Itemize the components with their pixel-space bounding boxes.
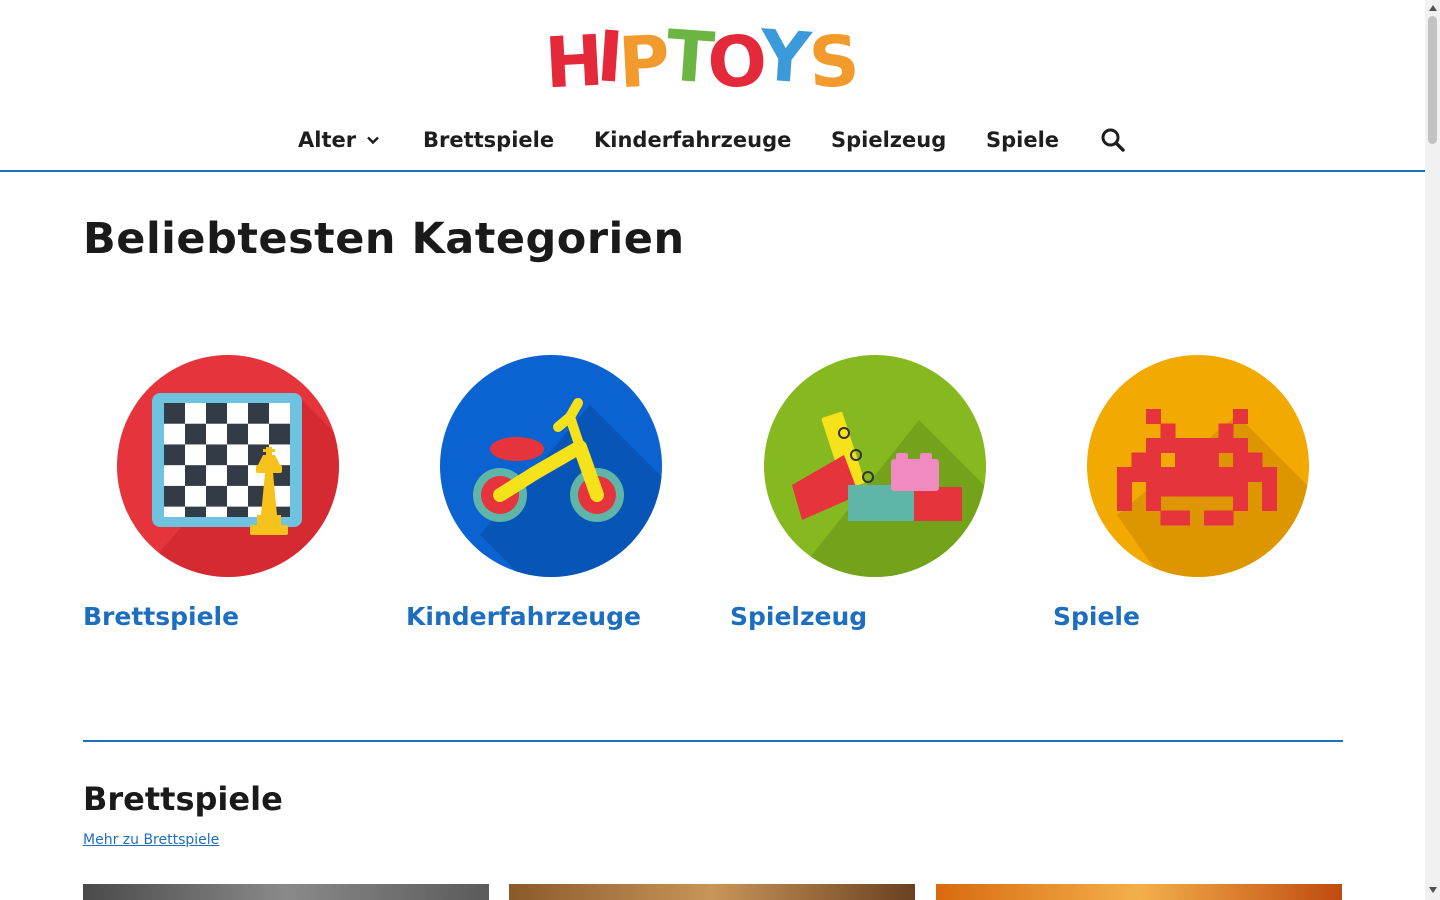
invader-pixel [1175,510,1190,526]
chess-square [248,403,269,424]
invader-pixel [1204,452,1219,468]
page-title: Beliebtesten Kategorien [83,214,685,264]
scrollbar-thumb[interactable] [1428,16,1437,144]
invader-pixel [1175,481,1190,497]
chevron-down-icon [367,136,379,145]
balance-bike-icon[interactable] [440,355,662,577]
invader-pixel [1204,510,1219,526]
invader-pixel [1233,481,1248,497]
invader-pixel [1247,452,1263,468]
page: HIPTOYS Alter Brettspiele Kinderfahrzeug… [0,0,1425,900]
chessboard-icon[interactable] [117,355,339,577]
category-label[interactable]: Brettspiele [83,602,239,631]
invader-pixel [1218,423,1234,439]
invader-pixel [1160,438,1176,453]
logo-letter: Y [756,18,815,93]
invader-pixel [1160,467,1176,482]
search-icon[interactable] [1100,127,1126,153]
section-title: Brettspiele [83,780,283,818]
nav-item-kinderfahrzeuge[interactable]: Kinderfahrzeuge [594,120,791,160]
scroll-up-arrow-icon[interactable] [1429,5,1437,11]
invader-pixel [1175,467,1190,482]
invader-pixel [1218,510,1234,526]
chess-square [227,423,248,445]
section-divider [83,740,1343,742]
product-thumbnail[interactable] [936,884,1342,900]
invader-pixel [1233,452,1248,468]
nav-item-label: Alter [298,128,357,152]
invader-pixel [1160,510,1176,526]
invader-pixel [1189,467,1205,482]
invader-pixel [1146,452,1161,468]
invader-pixel [1262,467,1277,482]
invader-pixel [1146,409,1161,424]
invader-pixel [1131,452,1147,468]
main-navigation: Alter Brettspiele Kinderfahrzeuge Spielz… [0,120,1425,160]
scrollbar[interactable] [1425,0,1440,900]
nav-item-spielzeug[interactable]: Spielzeug [831,120,946,160]
invader-pixel [1204,438,1219,453]
nav-item-label: Spielzeug [831,128,947,152]
invader-pixel [1117,481,1132,497]
invader-pixel [1175,452,1190,468]
nav-item-spiele[interactable]: Spiele [986,120,1059,160]
invader-pixel [1117,467,1132,482]
invader-pixel [1233,438,1248,453]
product-thumbnail[interactable] [83,884,489,900]
scroll-down-arrow-icon[interactable] [1429,887,1437,893]
chess-square [164,485,185,507]
nav-item-brettspiele[interactable]: Brettspiele [423,120,554,160]
invader-pixel [1160,481,1176,497]
chess-square [185,506,206,517]
nav-item-label: Brettspiele [423,128,555,152]
category-label[interactable]: Spielzeug [730,602,867,631]
invader-pixel [1189,481,1205,497]
site-header: HIPTOYS Alter Brettspiele Kinderfahrzeug… [0,0,1425,172]
invader-pixel [1233,467,1248,482]
nav-item-label: Kinderfahrzeuge [594,128,792,152]
chess-square [164,403,185,424]
chess-square [164,444,185,466]
invader-pixel [1233,409,1248,424]
invader-pixel [1218,481,1234,497]
invader-pixel [1189,452,1205,468]
invader-pixel [1189,438,1205,453]
invader-pixel [1146,438,1161,453]
invader-pixel [1204,481,1219,497]
chess-square [269,423,290,445]
invader-pixel [1204,467,1219,482]
invader-pixel [1146,481,1161,497]
invader-pixel [1218,467,1234,482]
product-thumbnail[interactable] [509,884,915,900]
building-blocks-icon[interactable] [764,355,986,577]
chess-square [185,423,206,445]
category-label[interactable]: Spiele [1053,602,1140,631]
hiptoys-logo[interactable]: HIPTOYS [549,18,877,93]
invader-pixel [1117,496,1132,511]
chess-square [206,485,227,507]
invader-pixel [1175,438,1190,453]
chess-square [206,444,227,466]
chess-square [185,465,206,486]
invader-pixel [1233,496,1248,511]
invader-pixel [1262,496,1277,511]
invader-pixel [1247,467,1263,482]
chess-square [227,465,248,486]
invader-pixel [1146,467,1161,482]
chess-square [227,506,248,517]
invader-pixel [1160,423,1176,439]
chess-square [206,403,227,424]
logo-letter: S [807,20,862,93]
invader-pixel [1131,467,1147,482]
invader-pixel [1262,481,1277,497]
nav-item-alter[interactable]: Alter [298,120,380,160]
category-label[interactable]: Kinderfahrzeuge [406,602,641,631]
more-link[interactable]: Mehr zu Brettspiele [83,832,219,848]
nav-item-label: Spiele [986,128,1060,152]
invader-pixel [1218,438,1234,453]
invader-pixel [1146,496,1161,511]
space-invader-icon[interactable] [1087,355,1309,577]
